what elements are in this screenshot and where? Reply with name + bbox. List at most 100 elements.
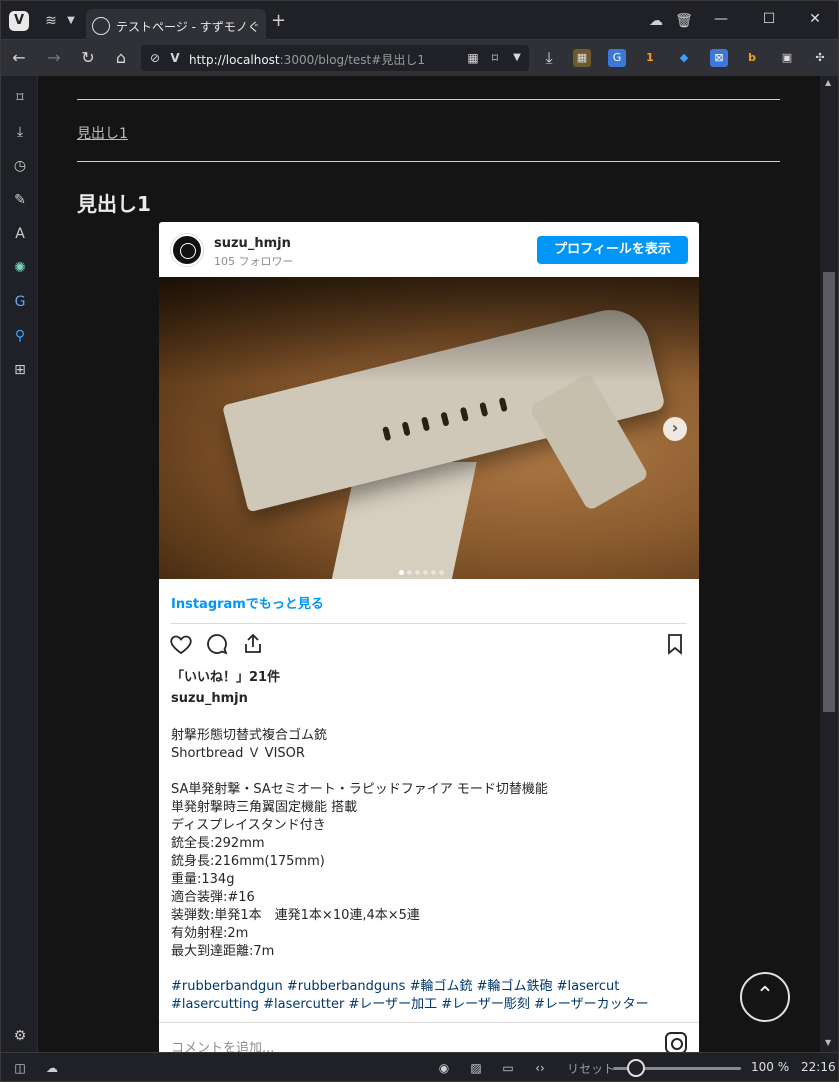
new-tab-button[interactable]: + xyxy=(271,12,286,30)
caption-line: 銃全長:292mm xyxy=(171,836,265,851)
status-bar: ◫ ☁ ◉ ▨ ▭ ‹› リセット 100 % 22:16 xyxy=(0,1052,839,1082)
lock-extension-icon[interactable]: ⊠ xyxy=(710,49,728,67)
caption-line: 最大到達距離:7m xyxy=(171,944,275,959)
counter-extension-icon[interactable]: 1 xyxy=(641,49,659,67)
page-heading: 見出し1 xyxy=(77,192,151,216)
caption-line: 単発射撃時三角翼固定機能 搭載 xyxy=(171,800,358,815)
notes-panel-icon[interactable]: ✎ xyxy=(10,190,30,210)
camera-icon[interactable]: ◉ xyxy=(435,1059,453,1077)
panel-toggle-icon[interactable]: ◫ xyxy=(11,1059,29,1077)
maximize-button[interactable]: ☐ xyxy=(759,11,779,27)
view-profile-button[interactable]: プロフィールを表示 xyxy=(537,236,688,264)
google-translate-panel-icon[interactable]: G xyxy=(10,292,30,312)
side-panel: ⌑ ⤓ ◷ ✎ A ✺ G ⚲ ⊞ ⚙ xyxy=(0,76,38,1052)
save-bookmark-icon[interactable] xyxy=(663,632,687,656)
minimize-button[interactable]: — xyxy=(711,11,731,27)
caption-line: 重量:134g xyxy=(171,872,235,887)
tab-stack-icon[interactable]: ≋ xyxy=(41,11,61,31)
forward-button[interactable]: → xyxy=(44,48,64,68)
divider xyxy=(171,623,687,624)
clock: 22:16 xyxy=(801,1060,836,1074)
bing-icon[interactable]: b xyxy=(743,49,761,67)
caption-line: 装弾数:単発1本 連発1本×10連,4本×5連 xyxy=(171,908,420,923)
image-icon[interactable]: ▨ xyxy=(467,1059,485,1077)
zoom-reset-button[interactable]: リセット xyxy=(567,1060,615,1077)
downloads-panel-icon[interactable]: ⤓ xyxy=(10,122,30,142)
scroll-to-top-button[interactable]: ⌃ xyxy=(740,972,790,1022)
chatgpt-panel-icon[interactable]: ✺ xyxy=(10,258,30,278)
divider xyxy=(77,161,780,162)
qr-code-icon[interactable]: ▦ xyxy=(463,48,483,68)
vivaldi-logo-icon[interactable]: V xyxy=(9,11,29,31)
chevron-down-icon[interactable]: ▼ xyxy=(61,11,81,31)
close-button[interactable]: ✕ xyxy=(805,11,825,27)
instagram-logo-icon[interactable] xyxy=(665,1032,687,1052)
likes-count[interactable]: 「いいね！」21件 xyxy=(171,666,280,685)
favicon-icon xyxy=(92,17,110,35)
code-icon[interactable]: ‹› xyxy=(531,1059,549,1077)
address-bar[interactable]: ⊘ V http://localhost:3000/blog/test#見出し1… xyxy=(141,45,529,71)
zoom-slider-handle[interactable] xyxy=(627,1059,645,1077)
diamond-icon[interactable]: ◆ xyxy=(675,49,693,67)
share-icon[interactable] xyxy=(241,632,265,656)
caption-line: 射撃形態切替式複合ゴム銃 xyxy=(171,728,328,743)
caption-line: SA単発射撃・SAセミオート・ラピッドファイア モード切替機能 xyxy=(171,782,548,797)
toc-link[interactable]: 見出し1 xyxy=(77,123,128,143)
download-icon[interactable]: ⤓ xyxy=(539,48,559,68)
translate-icon[interactable]: G xyxy=(608,49,626,67)
url-path: :3000/blog/test#見出し1 xyxy=(279,53,425,67)
ig-followers: 105 フォロワー xyxy=(214,255,294,268)
shield-icon[interactable]: ⊘ xyxy=(145,48,165,68)
back-button[interactable]: ← xyxy=(9,48,29,68)
page-content: 見出し1 見出し1 suzu_hmjn 105 フォロワー プロフィールを表示 … xyxy=(38,76,820,1052)
sync-cloud-icon[interactable]: ☁ xyxy=(43,1059,61,1077)
tab-title: テストページ - すずモノぐらむ下 xyxy=(116,20,262,34)
comment-icon[interactable] xyxy=(205,632,229,656)
extension-grid-icon[interactable]: ▦ xyxy=(573,49,591,67)
bookmark-icon[interactable]: ⌑ xyxy=(485,48,505,68)
scrollbar-thumb[interactable] xyxy=(823,272,835,712)
home-button[interactable]: ⌂ xyxy=(111,48,131,68)
tab-active[interactable]: テストページ - すずモノぐらむ下 xyxy=(86,9,266,41)
instagram-embed: suzu_hmjn 105 フォロワー プロフィールを表示 › Instagra… xyxy=(159,222,699,1052)
caption-line: 銃身長:216mm(175mm) xyxy=(171,854,325,869)
bookmark-panel-icon[interactable]: ⌑ xyxy=(10,88,30,108)
zoom-level: 100 % xyxy=(751,1060,790,1074)
history-panel-icon[interactable]: ◷ xyxy=(10,156,30,176)
add-comment-input[interactable]: コメントを追加... xyxy=(171,1037,274,1052)
divider xyxy=(77,99,780,100)
translate-panel-icon[interactable]: A xyxy=(10,224,30,244)
search-panel-icon[interactable]: ⚲ xyxy=(10,326,30,346)
settings-icon[interactable]: ⚙ xyxy=(10,1026,30,1046)
hashtags[interactable]: #rubberbandgun #rubberbandguns #輪ゴム銃 #輪ゴ… xyxy=(171,978,691,1014)
add-panel-icon[interactable]: ⊞ xyxy=(10,360,30,380)
post-photo[interactable]: › xyxy=(159,277,699,579)
url-text: http://localhost:3000/blog/test#見出し1 xyxy=(189,51,425,68)
avatar[interactable] xyxy=(171,234,203,266)
calendar-icon[interactable]: ▣ xyxy=(778,49,796,67)
carousel-next-button[interactable]: › xyxy=(663,417,687,441)
caption-line: Shortbread Ｖ VISOR xyxy=(171,746,305,761)
puzzle-icon[interactable]: ✣ xyxy=(811,49,829,67)
vertical-scrollbar[interactable]: ▲ ▼ xyxy=(820,76,839,1052)
chevron-down-icon[interactable]: ▼ xyxy=(507,48,527,68)
view-more-on-instagram-link[interactable]: Instagramでもっと見る xyxy=(171,593,324,612)
trash-icon[interactable]: 🗑 xyxy=(674,11,694,31)
tiling-icon[interactable]: ▭ xyxy=(499,1059,517,1077)
scroll-up-arrow-icon[interactable]: ▲ xyxy=(825,78,831,87)
scroll-down-arrow-icon[interactable]: ▼ xyxy=(825,1038,831,1047)
navigation-bar: ← → ↻ ⌂ ⊘ V http://localhost:3000/blog/t… xyxy=(0,40,839,76)
reload-button[interactable]: ↻ xyxy=(78,48,98,68)
site-info-icon[interactable]: V xyxy=(165,48,185,68)
caption-line: 適合装弾:#16 xyxy=(171,890,255,905)
caption-line: 有効射程:2m xyxy=(171,926,249,941)
ig-username[interactable]: suzu_hmjn xyxy=(214,236,291,251)
heart-icon[interactable] xyxy=(169,632,193,656)
carousel-dots xyxy=(399,560,447,579)
divider xyxy=(159,1022,699,1023)
caption-username[interactable]: suzu_hmjn xyxy=(171,691,248,706)
caption-line xyxy=(171,763,691,781)
url-host: http://localhost xyxy=(189,53,280,67)
cloud-icon[interactable]: ☁ xyxy=(646,11,666,31)
caption-text: 射撃形態切替式複合ゴム銃 Shortbread Ｖ VISOR SA単発射撃・S… xyxy=(171,727,691,961)
